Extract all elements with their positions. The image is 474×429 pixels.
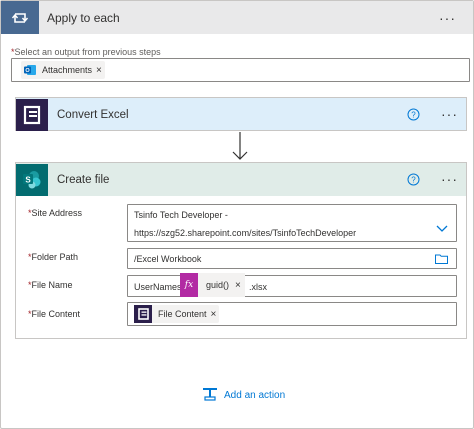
file-content-token-label: File Content [158, 309, 207, 319]
loop-icon [1, 1, 39, 34]
folder-icon[interactable] [435, 253, 448, 267]
select-output-label: *Select an output from previous steps [11, 47, 161, 57]
select-output-label-text: Select an output from previous steps [14, 47, 161, 57]
convert-excel-header[interactable]: Convert Excel ? ··· [16, 98, 466, 131]
convert-excel-card[interactable]: Convert Excel ? ··· [15, 97, 467, 131]
apply-to-each-title: Apply to each [47, 10, 120, 25]
file-name-label-text: File Name [31, 280, 73, 290]
convert-excel-icon [16, 98, 48, 131]
svg-text:?: ? [411, 110, 416, 119]
file-name-label: *File Name [28, 280, 73, 290]
apply-to-each-header[interactable]: Apply to each ··· [1, 1, 473, 34]
help-icon[interactable]: ? [407, 173, 420, 189]
site-address-label: *Site Address [28, 208, 82, 218]
connector-arrow [232, 132, 248, 160]
folder-path-label-text: Folder Path [31, 252, 79, 262]
convert-excel-more-menu[interactable]: ··· [441, 107, 458, 121]
function-icon: fx [180, 273, 198, 297]
convert-excel-title: Convert Excel [57, 108, 129, 121]
file-content-label: *File Content [28, 309, 80, 319]
create-file-header[interactable]: S Create file ? ··· [16, 163, 466, 196]
site-address-line2: https://szg52.sharepoint.com/sites/Tsinf… [134, 228, 357, 238]
create-file-more-menu[interactable]: ··· [441, 172, 458, 186]
attachments-token-label: Attachments [42, 65, 93, 75]
svg-text:S: S [25, 175, 31, 184]
sharepoint-icon: S [16, 163, 48, 196]
folder-path-label: *Folder Path [28, 252, 78, 262]
add-action-icon [202, 386, 218, 405]
help-icon[interactable]: ? [407, 108, 420, 124]
guid-token-remove[interactable]: × [235, 280, 241, 291]
apply-to-each-more-menu[interactable]: ··· [439, 11, 456, 25]
apply-to-each-container: Apply to each ··· *Select an output from… [0, 0, 474, 429]
svg-text:O: O [25, 68, 30, 74]
site-address-label-text: Site Address [31, 208, 83, 218]
file-name-prefix: UserNames [134, 282, 182, 292]
file-name-input[interactable]: UserNames fx guid() × .xlsx [127, 273, 457, 297]
outlook-icon: O [21, 61, 39, 79]
site-address-line1: Tsinfo Tech Developer - [134, 210, 228, 220]
file-content-label-text: File Content [31, 309, 81, 319]
svg-text:?: ? [411, 175, 416, 184]
chevron-down-icon[interactable] [436, 225, 448, 236]
file-content-token-remove[interactable]: × [211, 309, 217, 320]
convert-excel-icon [134, 305, 152, 323]
attachments-token-remove[interactable]: × [96, 65, 102, 76]
file-name-suffix: .xlsx [249, 282, 267, 292]
guid-expression-token[interactable]: fx guid() × [180, 273, 245, 297]
file-content-input[interactable]: File Content × [127, 302, 457, 326]
add-action-button[interactable]: Add an action [202, 386, 285, 405]
site-address-dropdown[interactable]: Tsinfo Tech Developer - https://szg52.sh… [127, 204, 457, 242]
attachments-token[interactable]: O Attachments × [21, 61, 105, 79]
folder-path-value: /Excel Workbook [134, 254, 202, 264]
guid-expression-label: guid() [206, 280, 230, 290]
add-action-label: Add an action [224, 390, 286, 401]
create-file-title: Create file [57, 173, 110, 186]
folder-path-input[interactable]: /Excel Workbook [127, 248, 457, 269]
create-file-card: S Create file ? ··· *Site Address Tsinfo… [15, 162, 467, 339]
file-content-token[interactable]: File Content × [134, 305, 220, 323]
